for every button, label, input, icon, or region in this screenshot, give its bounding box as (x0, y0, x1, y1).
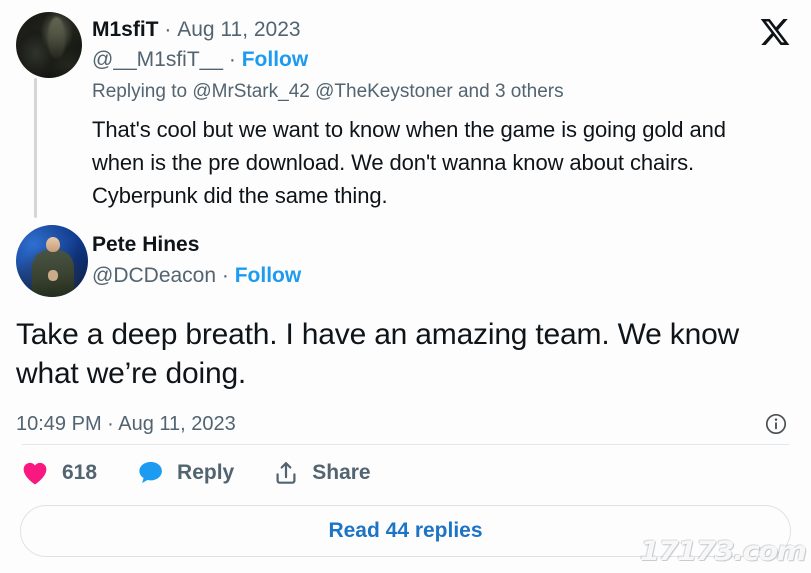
like-action[interactable]: 618 (20, 458, 97, 488)
avatar-figure-hands (47, 269, 59, 282)
parent-handle[interactable]: @__M1sfiT__ (92, 48, 223, 71)
parent-avatar-column (16, 12, 92, 78)
avatar-figure-head (45, 236, 60, 253)
parent-tweet: M1sfiT · Aug 11, 2023 @__M1sfiT__ · Foll… (16, 12, 751, 212)
info-circle-icon[interactable] (763, 411, 789, 437)
share-action[interactable]: Share (272, 459, 371, 487)
parent-display-name[interactable]: M1sfiT (92, 18, 159, 41)
main-follow-link[interactable]: Follow (235, 264, 302, 287)
share-upload-icon (272, 459, 300, 487)
reply-action[interactable]: Reply (135, 458, 234, 488)
reply-label: Reply (177, 461, 235, 484)
parent-handle-line: @__M1sfiT__ · Follow (92, 45, 751, 75)
read-replies-button[interactable]: Read 44 replies (20, 505, 791, 557)
embedded-tweet-card: M1sfiT · Aug 11, 2023 @__M1sfiT__ · Foll… (0, 0, 811, 573)
replying-to-mentions[interactable]: @MrStark_42 @TheKeystoner and 3 others (192, 81, 563, 102)
main-handle-line: @DCDeacon · Follow (92, 260, 789, 291)
parent-tweet-body: That's cool but we want to know when the… (92, 117, 726, 208)
main-handle[interactable]: @DCDeacon (92, 264, 216, 287)
speech-bubble-icon (135, 458, 165, 488)
parent-handle-dot: · (228, 48, 236, 71)
x-logo[interactable] (757, 14, 793, 50)
tweet-actions-bar: 618 Reply Share (20, 458, 409, 488)
tweet-timestamp[interactable]: 10:49 PM · Aug 11, 2023 (16, 411, 236, 437)
main-avatar-column (16, 225, 92, 297)
read-replies-label: Read 44 replies (328, 519, 483, 542)
parent-follow-link[interactable]: Follow (242, 48, 309, 71)
timestamp-row: 10:49 PM · Aug 11, 2023 (16, 411, 789, 437)
main-tweet: Pete Hines @DCDeacon · Follow Take a dee… (16, 225, 789, 437)
actions-divider (22, 444, 789, 445)
parent-tweet-header: M1sfiT · Aug 11, 2023 @__M1sfiT__ · Foll… (16, 12, 751, 106)
parent-replying-to: Replying to @MrStark_42 @TheKeystoner an… (92, 78, 751, 106)
replying-to-prefix: Replying to (92, 81, 188, 102)
heart-icon (20, 458, 50, 488)
like-count: 618 (62, 461, 98, 484)
avatar-pete-hines[interactable] (16, 225, 88, 297)
main-tweet-meta: Pete Hines @DCDeacon · Follow (92, 225, 789, 291)
avatar-m1sfit[interactable] (16, 12, 82, 78)
parent-tweet-meta: M1sfiT · Aug 11, 2023 @__M1sfiT__ · Foll… (92, 12, 751, 106)
share-label: Share (312, 461, 371, 484)
parent-date-value: Aug 11, 2023 (177, 18, 301, 41)
thread-connector-line (34, 78, 37, 218)
main-handle-dot: · (221, 264, 229, 287)
main-display-name[interactable]: Pete Hines (92, 231, 789, 258)
main-tweet-header: Pete Hines @DCDeacon · Follow (16, 225, 789, 297)
parent-name-line: M1sfiT · Aug 11, 2023 (92, 15, 751, 44)
main-tweet-body: Take a deep breath. I have an amazing te… (16, 318, 740, 390)
